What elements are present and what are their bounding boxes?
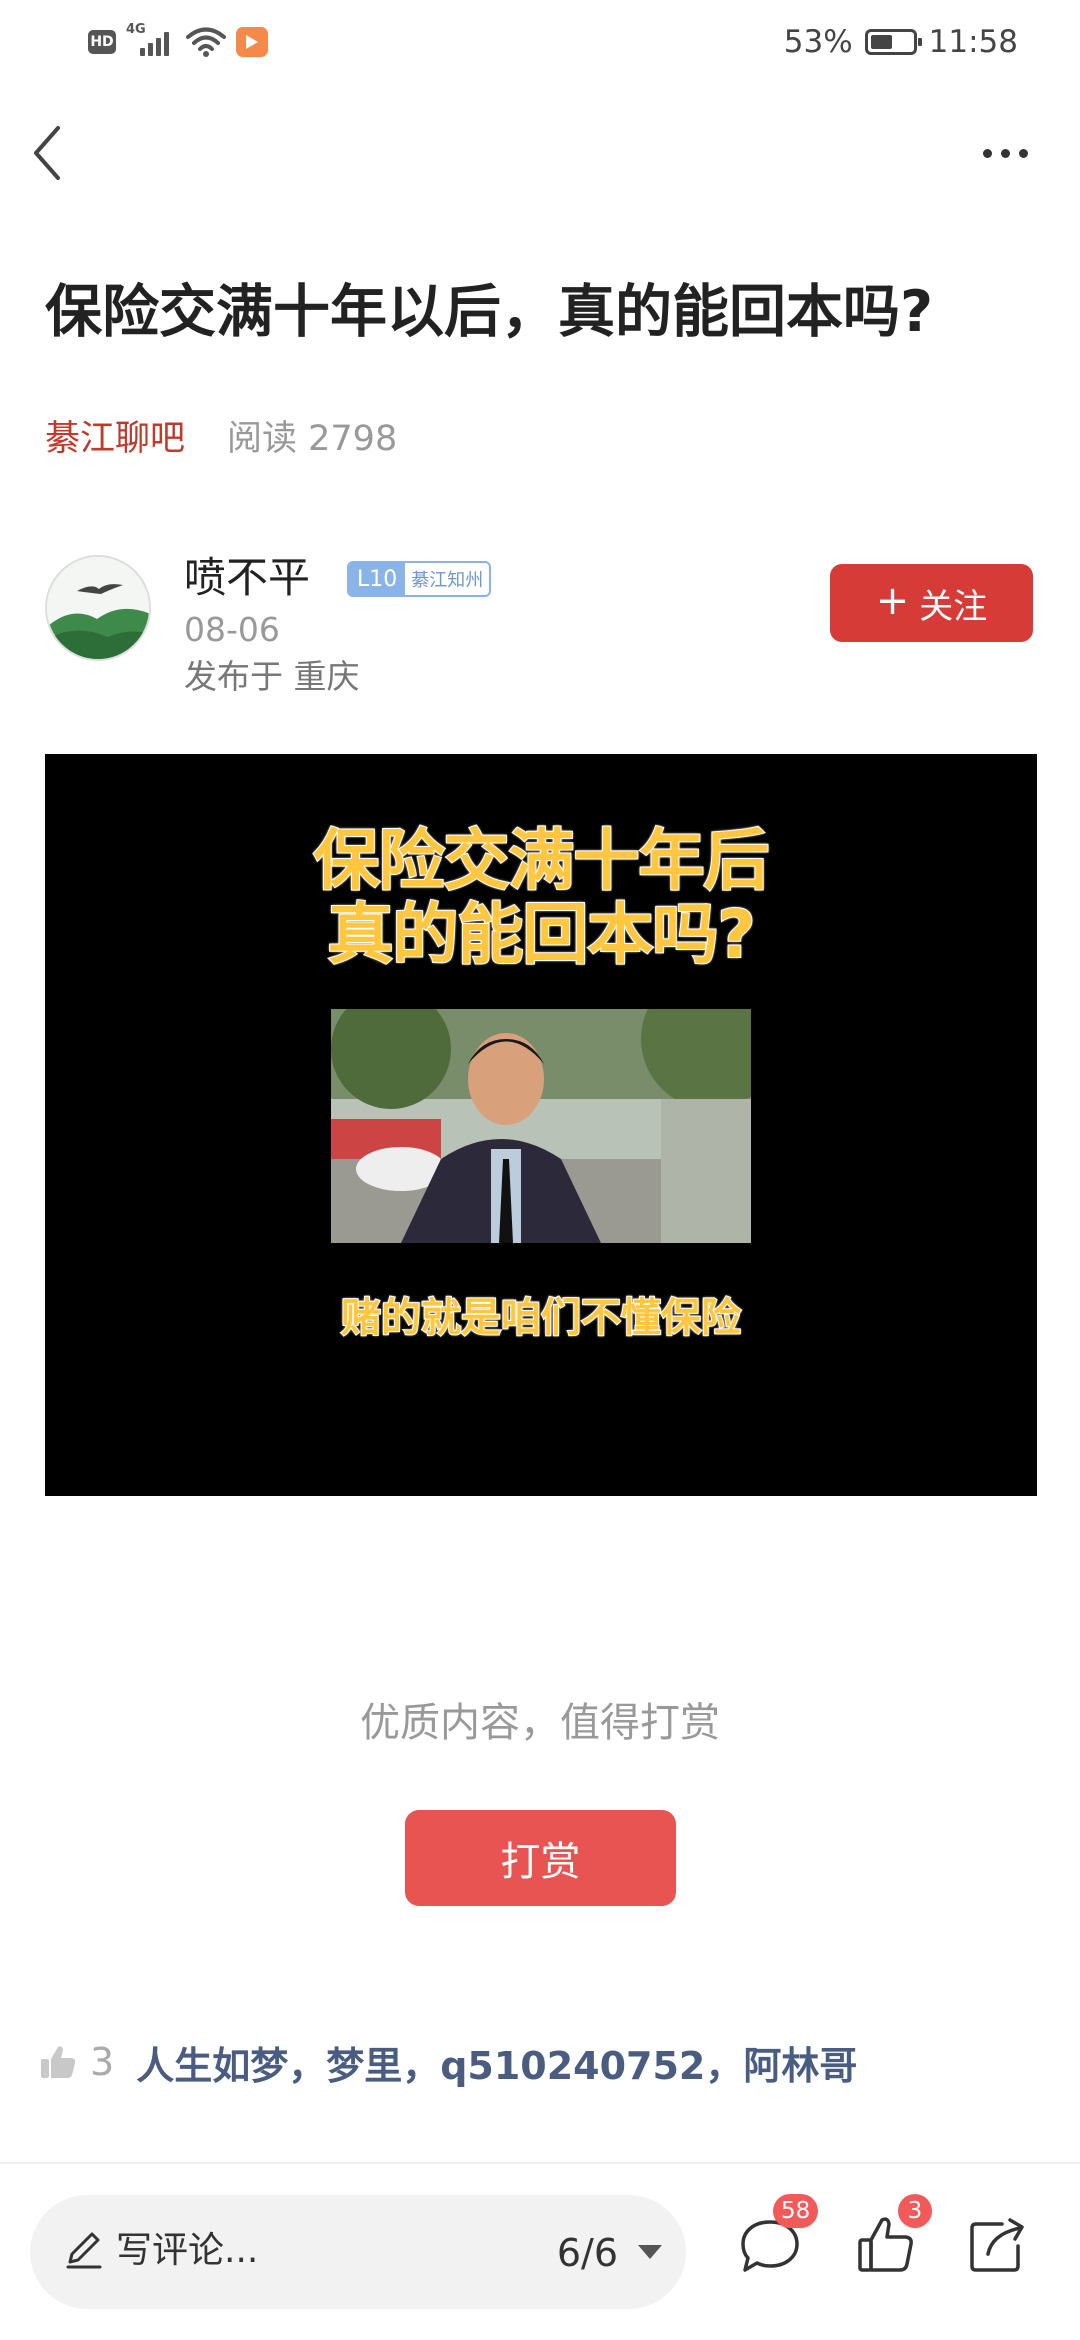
more-dot bbox=[1018, 148, 1028, 158]
battery-percent: 53% bbox=[783, 24, 853, 60]
more-dot bbox=[982, 148, 992, 158]
follow-label: 关注 bbox=[919, 586, 988, 627]
thumbs-up-icon bbox=[41, 2046, 76, 2078]
video-subtitle: 赌的就是咱们不懂保险 bbox=[340, 1294, 742, 1342]
comment-input[interactable]: 写评论... 6/6 bbox=[30, 2195, 686, 2309]
wifi-icon bbox=[186, 27, 226, 57]
like-button[interactable]: 3 bbox=[852, 2194, 932, 2280]
pencil-icon bbox=[66, 2232, 102, 2269]
comments-button[interactable]: 58 bbox=[735, 2194, 819, 2280]
forum-link[interactable]: 綦江聊吧 bbox=[45, 410, 185, 461]
article-title: 保险交满十年以后，真的能回本吗? bbox=[45, 279, 934, 345]
reward-button[interactable]: 打赏 bbox=[405, 1810, 676, 1906]
post-location: 发布于 重庆 bbox=[184, 657, 360, 696]
media-play-icon bbox=[236, 27, 268, 57]
author-avatar[interactable] bbox=[45, 555, 151, 661]
share-button[interactable] bbox=[962, 2210, 1032, 2280]
hd-icon: HD bbox=[88, 30, 116, 54]
share-icon bbox=[970, 2218, 1024, 2272]
video-caption-line: 保险交满十年后 bbox=[313, 822, 771, 899]
author-name[interactable]: 喷不平 bbox=[184, 548, 310, 608]
likes-row: 3 人生如梦，梦里，q510240752，阿林哥 bbox=[38, 2032, 857, 2092]
cellular-signal-icon: 4G bbox=[126, 22, 176, 60]
reward-prompt: 优质内容，值得打赏 bbox=[360, 1700, 720, 1746]
plus-icon: + bbox=[875, 578, 910, 624]
follow-button[interactable]: + 关注 bbox=[830, 564, 1033, 642]
level-badge: L10 綦江知州 bbox=[347, 561, 492, 597]
chevron-left-icon bbox=[34, 126, 60, 180]
video-caption: 保险交满十年后 真的能回本吗? bbox=[45, 822, 1037, 973]
video-player[interactable]: 保险交满十年后 真的能回本吗? 赌的就是咱们不懂保险 bbox=[45, 754, 1037, 1496]
comment-count-badge: 58 bbox=[773, 2194, 819, 2228]
status-bar: HD 4G 53% 11:58 bbox=[0, 0, 1080, 84]
post-date: 08-06 bbox=[184, 610, 280, 649]
article-meta: 綦江聊吧 阅读 2798 bbox=[45, 410, 397, 460]
like-count-badge: 3 bbox=[898, 2194, 932, 2228]
page-indicator[interactable]: 6/6 bbox=[557, 2227, 618, 2279]
caret-down-icon[interactable] bbox=[638, 2245, 662, 2259]
more-button[interactable] bbox=[970, 128, 1040, 178]
status-left: HD 4G bbox=[88, 22, 268, 62]
battery-fill bbox=[870, 35, 892, 49]
bottom-divider bbox=[0, 2162, 1080, 2164]
liker-names[interactable]: 人生如梦，梦里，q510240752，阿林哥 bbox=[136, 2035, 857, 2090]
status-right: 53% 11:58 bbox=[784, 18, 1018, 66]
video-caption-line: 真的能回本吗? bbox=[326, 896, 756, 973]
comment-placeholder: 写评论... bbox=[116, 2230, 259, 2271]
video-frame bbox=[331, 1009, 751, 1243]
read-count: 阅读 2798 bbox=[227, 418, 398, 459]
more-dot bbox=[1000, 148, 1010, 158]
like-count: 3 bbox=[90, 2040, 115, 2084]
group-label: 綦江知州 bbox=[411, 570, 484, 591]
level-label: L10 bbox=[349, 563, 406, 595]
clock: 11:58 bbox=[928, 24, 1018, 60]
back-button[interactable] bbox=[22, 118, 72, 188]
battery-icon bbox=[864, 29, 922, 55]
